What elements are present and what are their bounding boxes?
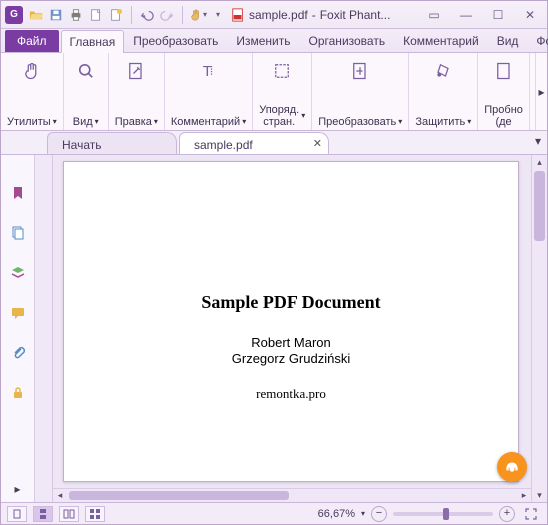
scroll-down-icon[interactable]: ▾ <box>532 488 547 502</box>
group-icon: T <box>193 57 225 85</box>
layers-icon[interactable] <box>8 263 28 283</box>
ribbon-group-6[interactable]: Защитить ▾ <box>409 53 478 130</box>
main-area: ▸ Sample PDF Document Robert Maron Grzeg… <box>1 155 547 502</box>
security-icon[interactable] <box>8 383 28 403</box>
group-label: Правка ▾ <box>115 116 158 128</box>
document-viewport: Sample PDF Document Robert Maron Grzegor… <box>35 155 547 502</box>
status-bar: 66,67% ▾ − + <box>1 502 547 524</box>
ribbon-tab-6[interactable]: Форма <box>527 29 548 52</box>
ribbon-tab-1[interactable]: Преобразовать <box>124 29 227 52</box>
ribbon-tab-4[interactable]: Комментарий <box>394 29 488 52</box>
ruler <box>35 155 53 502</box>
tab-close-icon[interactable]: ✕ <box>313 137 322 150</box>
view-continuous-facing-button[interactable] <box>85 506 105 522</box>
view-facing-button[interactable] <box>59 506 79 522</box>
tab-label: Начать <box>62 138 102 152</box>
redo-icon[interactable] <box>158 6 176 24</box>
pages-icon[interactable] <box>8 223 28 243</box>
support-headset-icon[interactable] <box>497 452 527 482</box>
save-icon[interactable] <box>47 6 65 24</box>
ribbon-group-0[interactable]: Утилиты ▾ <box>1 53 64 130</box>
doc-site: remontka.pro <box>256 386 326 402</box>
ribbon-tab-5[interactable]: Вид <box>488 29 528 52</box>
group-label: Упоряд.стран. ▾ <box>259 104 305 128</box>
attachments-icon[interactable] <box>8 343 28 363</box>
window-title: sample.pdf - Foxit Phant... <box>231 8 417 22</box>
view-single-page-button[interactable] <box>7 506 27 522</box>
group-label: Комментарий ▾ <box>171 116 246 128</box>
new-blank-icon[interactable] <box>107 6 125 24</box>
scroll-up-icon[interactable]: ▴ <box>532 155 547 169</box>
zoom-in-button[interactable]: + <box>499 506 515 522</box>
ribbon-tab-2[interactable]: Изменить <box>227 29 299 52</box>
group-label: Пробно(де <box>484 104 523 128</box>
group-icon <box>70 57 102 85</box>
pdf-file-icon <box>231 8 245 22</box>
ribbon-scroll-right[interactable]: ▸ <box>535 53 547 130</box>
hand-tool-icon[interactable]: ▾ <box>189 6 207 24</box>
side-expand-icon[interactable]: ▸ <box>14 482 20 496</box>
doc-authors: Robert Maron Grzegorz Grudziński <box>232 335 350 368</box>
print-icon[interactable] <box>67 6 85 24</box>
group-label: Защитить ▾ <box>415 116 471 128</box>
document-tab-1[interactable]: sample.pdf ✕ <box>179 132 329 154</box>
pdf-page: Sample PDF Document Robert Maron Grzegor… <box>63 161 519 482</box>
scroll-left-icon[interactable]: ◂ <box>53 489 67 502</box>
tab-label: sample.pdf <box>194 138 253 152</box>
minimize-button[interactable]: — <box>453 6 479 24</box>
open-icon[interactable] <box>27 6 45 24</box>
group-icon <box>120 57 152 85</box>
side-panel: ▸ <box>1 155 35 502</box>
group-icon <box>488 57 520 85</box>
panel-toggle-icon[interactable]: ▾ <box>535 134 541 148</box>
zoom-slider-thumb[interactable] <box>443 508 449 520</box>
group-icon <box>344 57 376 85</box>
hscroll-thumb[interactable] <box>69 491 289 500</box>
svg-text:T: T <box>202 63 211 80</box>
ribbon-group-4[interactable]: Упоряд.стран. ▾ <box>253 53 312 130</box>
zoom-out-button[interactable]: − <box>371 506 387 522</box>
vertical-scrollbar[interactable]: ▴ ▾ <box>531 155 547 502</box>
close-button[interactable]: ✕ <box>517 6 543 24</box>
group-icon <box>16 57 48 85</box>
group-icon <box>266 57 298 85</box>
fullscreen-button[interactable] <box>521 506 541 522</box>
ribbon-group-7[interactable]: Пробно(де <box>478 53 530 130</box>
doc-title-text: Sample PDF Document <box>201 292 380 313</box>
title-bar: G ▾ ▾ sample.pdf - Foxit Phant... ▭ — ☐ … <box>1 1 547 29</box>
ribbon-tab-3[interactable]: Организовать <box>300 29 395 52</box>
bookmarks-icon[interactable] <box>8 183 28 203</box>
group-label: Утилиты ▾ <box>7 116 57 128</box>
ribbon-group-5[interactable]: Преобразовать ▾ <box>312 53 409 130</box>
ribbon: Утилиты ▾ Вид ▾ Правка ▾ T Комментарий ▾ Упор… <box>1 53 547 131</box>
group-icon <box>427 57 459 85</box>
document-tab-0[interactable]: Начать <box>47 132 177 154</box>
qat-customize-icon[interactable]: ▾ <box>209 6 227 24</box>
ribbon-tab-0[interactable]: Главная <box>61 30 125 53</box>
group-label: Вид ▾ <box>73 116 99 128</box>
ribbon-group-3[interactable]: T Комментарий ▾ <box>165 53 253 130</box>
scroll-right-icon[interactable]: ▸ <box>517 489 531 502</box>
ribbon-help-icon[interactable]: ▭ <box>421 6 447 24</box>
comments-icon[interactable] <box>8 303 28 323</box>
window-controls: ▭ — ☐ ✕ <box>421 6 543 24</box>
new-doc-icon[interactable] <box>87 6 105 24</box>
zoom-value: 66,67% <box>318 508 355 520</box>
document-tab-strip: Начать sample.pdf ✕ ▾ <box>1 131 547 155</box>
ribbon-tab-strip: Файл ГлавнаяПреобразоватьИзменитьОрганиз… <box>1 29 547 53</box>
ribbon-group-2[interactable]: Правка ▾ <box>109 53 165 130</box>
view-continuous-button[interactable] <box>33 506 53 522</box>
file-tab[interactable]: Файл <box>5 30 59 52</box>
horizontal-scrollbar[interactable]: ◂ ▸ <box>53 488 531 502</box>
group-label: Преобразовать ▾ <box>318 116 402 128</box>
ribbon-group-1[interactable]: Вид ▾ <box>64 53 109 130</box>
zoom-slider[interactable] <box>393 512 493 516</box>
app-icon: G <box>5 6 23 24</box>
zoom-dropdown-icon[interactable]: ▾ <box>361 509 365 518</box>
vscroll-thumb[interactable] <box>534 171 545 241</box>
maximize-button[interactable]: ☐ <box>485 6 511 24</box>
undo-icon[interactable] <box>138 6 156 24</box>
page-area[interactable]: Sample PDF Document Robert Maron Grzegor… <box>53 155 547 502</box>
quick-access-toolbar: ▾ ▾ <box>27 6 227 24</box>
